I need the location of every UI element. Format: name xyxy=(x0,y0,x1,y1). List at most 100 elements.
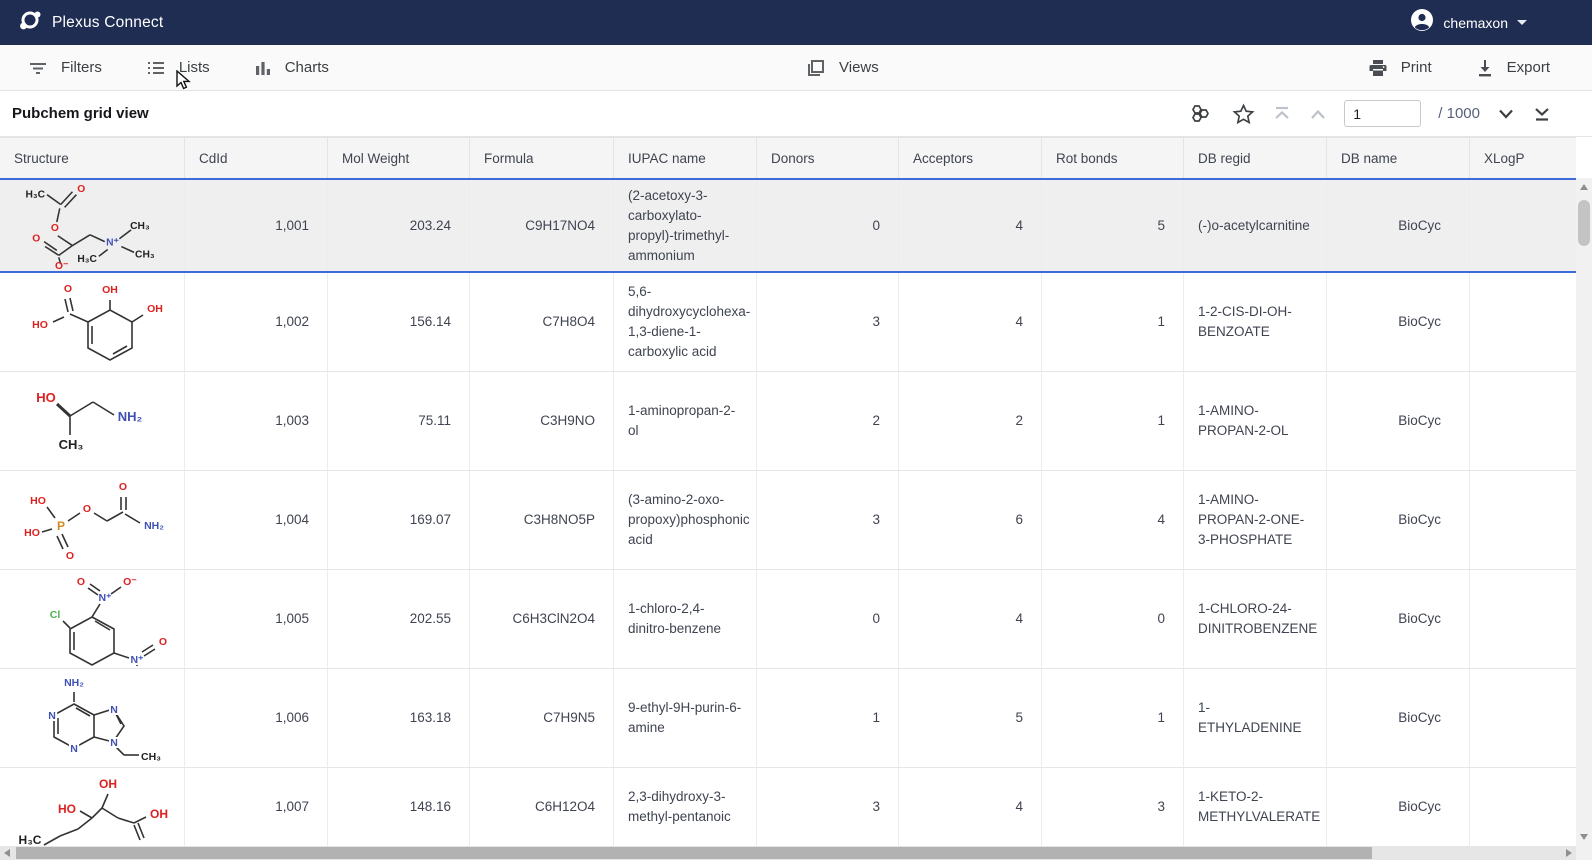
molweight-cell: 156.14 xyxy=(328,273,470,371)
table-row[interactable]: H₃COO N⁺CH₃CH₃H₃C OO⁻ 1,001 203.24 C9H17… xyxy=(0,178,1576,273)
rotbonds-cell: 1 xyxy=(1042,669,1184,767)
scroll-left-arrow[interactable] xyxy=(4,849,10,857)
col-header-rotbonds[interactable]: Rot bonds xyxy=(1042,138,1184,178)
svg-text:O⁻: O⁻ xyxy=(54,261,67,270)
favorite-star-icon[interactable] xyxy=(1232,103,1255,125)
page-title: Pubchem grid view xyxy=(12,105,149,122)
acceptors-cell: 4 xyxy=(899,570,1042,668)
cdid-cell: 1,003 xyxy=(185,372,328,470)
table-row[interactable]: NH₂ N N N N CH₃ 1,006 163.18 C7H9N5 9-et… xyxy=(0,669,1576,768)
scroll-right-arrow[interactable] xyxy=(1566,849,1572,857)
user-menu[interactable]: chemaxon xyxy=(1410,0,1592,45)
iupac-cell: 1-chloro-2,4-dinitro-benzene xyxy=(614,570,757,668)
results-grid: Structure CdId Mol Weight Formula IUPAC … xyxy=(0,137,1576,846)
chevron-down-icon xyxy=(1517,20,1527,25)
view-header: Pubchem grid view / 1000 xyxy=(0,91,1592,137)
svg-text:P: P xyxy=(56,519,64,533)
donors-cell: 3 xyxy=(757,471,899,569)
pager: / 1000 xyxy=(1189,91,1552,136)
svg-text:O: O xyxy=(50,223,58,234)
structure-cell: NH₂ N N N N CH₃ xyxy=(0,669,185,767)
svg-text:HO: HO xyxy=(36,390,56,405)
vertical-scroll-thumb[interactable] xyxy=(1578,200,1590,246)
svg-text:CH₃: CH₃ xyxy=(135,249,155,260)
scroll-down-arrow[interactable] xyxy=(1580,834,1588,840)
svg-text:O: O xyxy=(158,636,166,648)
previous-page-icon[interactable] xyxy=(1309,108,1327,120)
avatar-icon xyxy=(1410,8,1434,37)
acceptors-cell: 2 xyxy=(899,372,1042,470)
col-header-molweight[interactable]: Mol Weight xyxy=(328,138,470,178)
bar-chart-icon xyxy=(254,59,272,77)
xlogp-cell xyxy=(1470,669,1576,767)
svg-text:Cl: Cl xyxy=(49,609,60,621)
views-label: Views xyxy=(839,59,879,76)
dbname-cell: BioCyc xyxy=(1327,768,1470,846)
col-header-structure[interactable]: Structure xyxy=(0,138,185,178)
views-button[interactable]: Views xyxy=(806,58,879,78)
svg-text:CH₃: CH₃ xyxy=(58,437,83,452)
cdid-cell: 1,007 xyxy=(185,768,328,846)
col-header-donors[interactable]: Donors xyxy=(757,138,899,178)
col-header-dbname[interactable]: DB name xyxy=(1327,138,1470,178)
app-title: Plexus Connect xyxy=(52,14,163,32)
vertical-scrollbar[interactable] xyxy=(1576,178,1592,846)
col-header-acceptors[interactable]: Acceptors xyxy=(899,138,1042,178)
table-row[interactable]: OHO OHOH 1,002 156.14 C7H8O4 5,6-dihydro… xyxy=(0,273,1576,372)
acceptors-cell: 4 xyxy=(899,768,1042,846)
molweight-cell: 163.18 xyxy=(328,669,470,767)
next-page-icon[interactable] xyxy=(1497,108,1515,120)
donors-cell: 1 xyxy=(757,669,899,767)
cdid-cell: 1,004 xyxy=(185,471,328,569)
filter-icon xyxy=(28,58,48,78)
horizontal-scrollbar[interactable] xyxy=(0,846,1576,860)
dbname-cell: BioCyc xyxy=(1327,669,1470,767)
col-header-cdid[interactable]: CdId xyxy=(185,138,328,178)
donors-cell: 3 xyxy=(757,273,899,371)
structure-cell: HOHO PO OO NH₂ xyxy=(0,471,185,569)
col-header-iupac[interactable]: IUPAC name xyxy=(614,138,757,178)
svg-text:NH₂: NH₂ xyxy=(144,520,164,532)
svg-text:O: O xyxy=(32,234,40,245)
donors-cell: 0 xyxy=(757,570,899,668)
cdid-cell: 1,005 xyxy=(185,570,328,668)
first-page-icon[interactable] xyxy=(1272,105,1292,123)
formula-cell: C6H3ClN2O4 xyxy=(470,570,614,668)
molecule-structure: HOHO PO OO NH₂ xyxy=(10,474,175,567)
table-row[interactable]: Cl N⁺OO⁻ N⁺O 1,005 202.55 C6H3ClN2O4 1-c… xyxy=(0,570,1576,669)
col-header-formula[interactable]: Formula xyxy=(470,138,614,178)
col-header-xlogp[interactable]: XLogP xyxy=(1470,138,1576,178)
svg-text:O: O xyxy=(118,481,126,493)
export-button[interactable]: Export xyxy=(1476,59,1550,77)
structure-cell: HO CH₃ NH₂ xyxy=(0,372,185,470)
iupac-cell: 2,3-dihydroxy-3-methyl-pentanoic xyxy=(614,768,757,846)
scroll-up-arrow[interactable] xyxy=(1580,184,1588,190)
last-page-icon[interactable] xyxy=(1532,105,1552,123)
rotbonds-cell: 1 xyxy=(1042,273,1184,371)
page-number-input[interactable] xyxy=(1344,100,1421,127)
acceptors-cell: 6 xyxy=(899,471,1042,569)
table-row[interactable]: HOHO PO OO NH₂ 1,004 169.07 C3H8NO5P (3-… xyxy=(0,471,1576,570)
horizontal-scroll-thumb[interactable] xyxy=(16,847,1372,859)
acceptors-cell: 5 xyxy=(899,669,1042,767)
svg-text:HO: HO xyxy=(24,527,40,539)
dbname-cell: BioCyc xyxy=(1327,180,1470,271)
cdid-cell: 1,001 xyxy=(185,180,328,271)
views-icon xyxy=(806,58,826,78)
col-header-dbregid[interactable]: DB regid xyxy=(1184,138,1327,178)
lists-button[interactable]: Lists xyxy=(146,58,210,78)
top-navbar: Plexus Connect chemaxon xyxy=(0,0,1592,45)
table-row[interactable]: OH HO OH H₃C 1,007 148.16 C6H12O4 2,3-di… xyxy=(0,768,1576,846)
filters-button[interactable]: Filters xyxy=(28,58,102,78)
charts-button[interactable]: Charts xyxy=(254,59,329,77)
page-total: / 1000 xyxy=(1438,105,1480,122)
print-button[interactable]: Print xyxy=(1368,58,1432,78)
molweight-cell: 203.24 xyxy=(328,180,470,271)
structure-view-icon[interactable] xyxy=(1189,102,1215,126)
dbregid-cell: 1-AMINO-PROPAN-2-ONE-3-PHOSPHATE xyxy=(1184,471,1327,569)
molecule-structure: HO CH₃ NH₂ xyxy=(10,375,175,468)
svg-text:HO: HO xyxy=(58,802,76,816)
svg-text:N⁺: N⁺ xyxy=(98,592,112,604)
structure-cell: Cl N⁺OO⁻ N⁺O xyxy=(0,570,185,668)
table-row[interactable]: HO CH₃ NH₂ 1,003 75.11 C3H9NO 1-aminopro… xyxy=(0,372,1576,471)
